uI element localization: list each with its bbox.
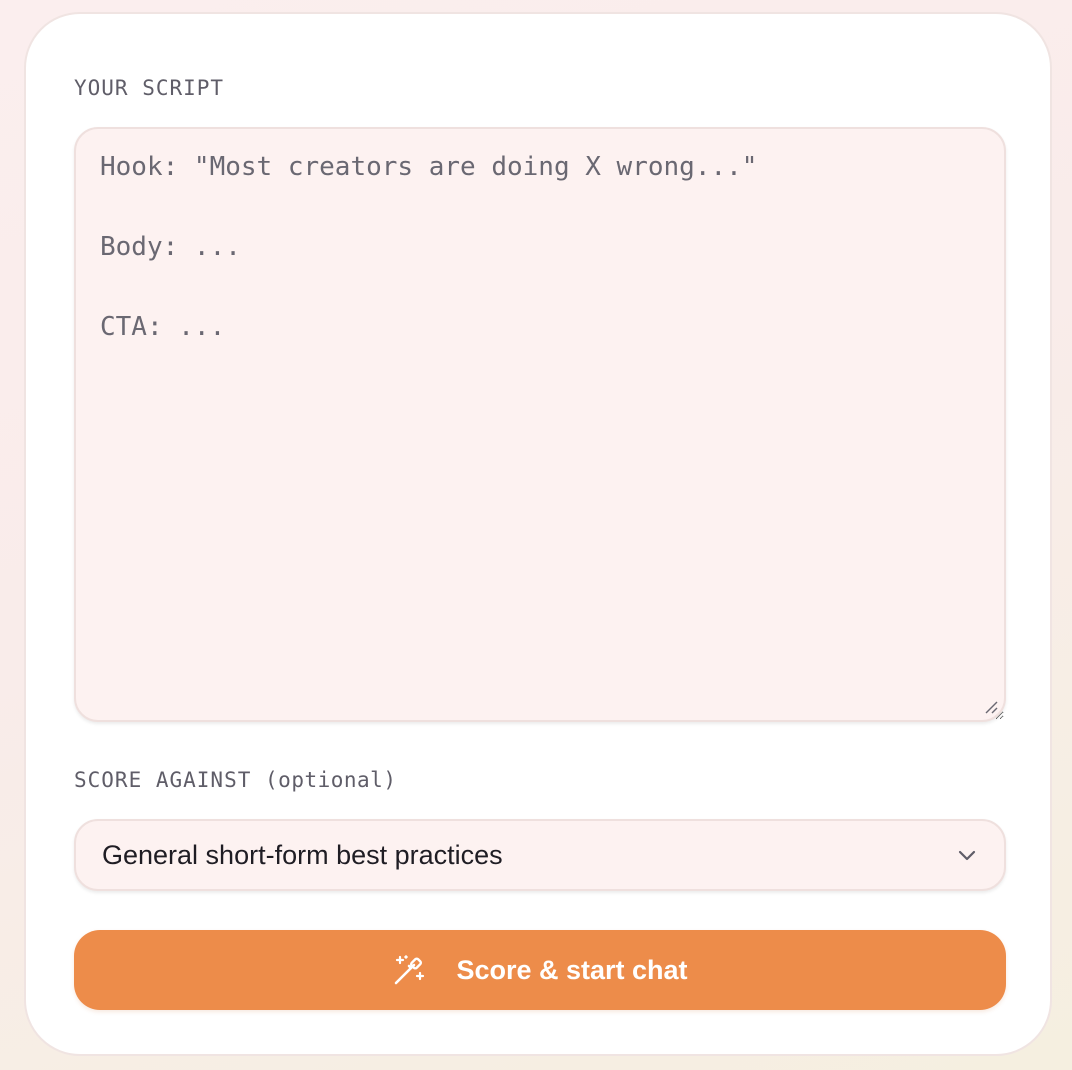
script-section-label: YOUR SCRIPT [74,76,225,100]
optional-label: (optional) [265,768,397,792]
score-against-select[interactable]: General short-form best practices [74,819,1006,891]
score-against-label: SCORE AGAINST (optional) [74,768,396,792]
script-line-blank [100,267,980,307]
script-textarea[interactable]: Hook: "Most creators are doing X wrong..… [74,127,1006,722]
score-start-chat-button[interactable]: Score & start chat [74,930,1006,1010]
magic-wand-icon [395,955,425,985]
chevron-down-icon [958,850,976,861]
script-line-cta: CTA: ... [100,312,226,342]
script-line-hook: Hook: "Most creators are doing X wrong..… [100,152,758,182]
score-against-label-text: SCORE AGAINST [74,768,252,792]
resize-handle-icon[interactable] [984,700,998,714]
score-start-chat-label: Score & start chat [456,954,688,985]
script-line-blank [100,187,980,227]
selected-option: General short-form best practices [102,839,503,870]
script-line-body: Body: ... [100,232,241,262]
script-score-card: YOUR SCRIPT Hook: "Most creators are doi… [24,12,1052,1056]
